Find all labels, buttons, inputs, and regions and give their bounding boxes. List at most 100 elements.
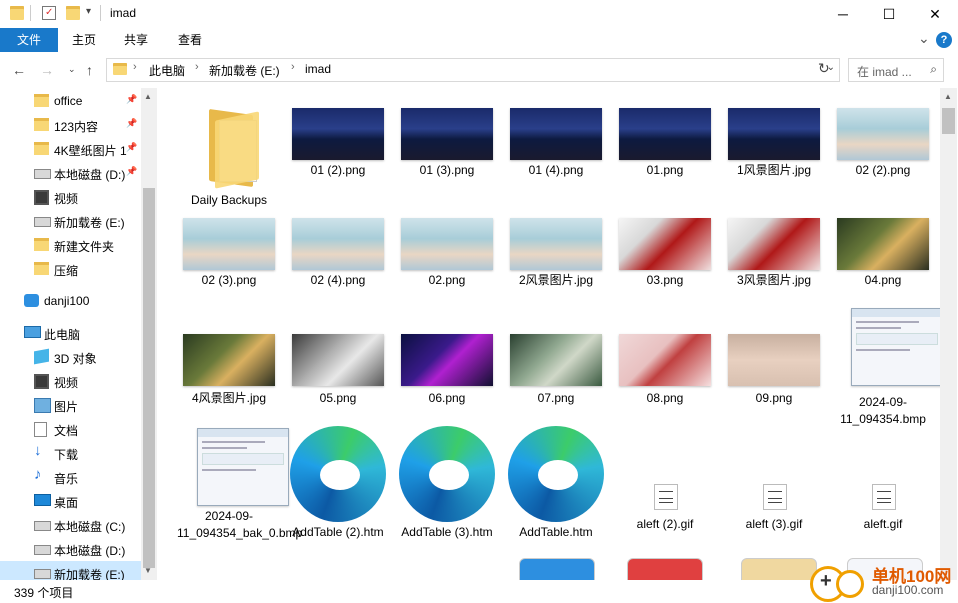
sidebar-item-pc[interactable]: 文档	[0, 417, 141, 441]
sidebar-item-pc[interactable]: 图片	[0, 393, 141, 417]
sidebar-item-quick[interactable]: 新建文件夹	[0, 233, 141, 257]
help-icon[interactable]: ?	[936, 32, 952, 48]
file-item[interactable]: 2024-09-11_094354_bak_0.bmp	[177, 428, 302, 540]
file-item[interactable]: 04.png	[831, 216, 935, 316]
edge-browser-icon	[290, 426, 386, 522]
file-item[interactable]: 06.png	[395, 318, 499, 418]
sidebar-scrollbar[interactable]: ▲ ▼	[141, 88, 157, 580]
file-item[interactable]: 4风景图片.jpg	[177, 318, 281, 418]
quick-access-dropdown-icon[interactable]: ▾	[86, 6, 91, 17]
content-scrollbar[interactable]: ▲	[940, 88, 957, 580]
sidebar-item-quick[interactable]: 4K壁纸图片 1 📌	[0, 137, 141, 161]
scroll-down-icon[interactable]: ▼	[144, 566, 152, 575]
file-item[interactable]: 09.png	[722, 318, 826, 418]
sidebar-item-quick[interactable]: 新加载卷 (E:)	[0, 209, 141, 233]
back-arrow-icon[interactable]: ←	[12, 62, 26, 78]
file-icon-doc[interactable]	[741, 558, 817, 580]
search-icon[interactable]: ⌕	[930, 62, 937, 77]
properties-icon[interactable]: ✓	[42, 6, 56, 20]
sidebar-item-pc[interactable]: 视频	[0, 369, 141, 393]
file-name: 08.png	[646, 391, 684, 405]
sidebar-item-quick[interactable]: 压缩	[0, 257, 141, 281]
file-item[interactable]: 02 (4).png	[286, 216, 390, 316]
chevron-right-icon[interactable]: ›	[133, 61, 137, 73]
sidebar-item-pc[interactable]: 本地磁盘 (C:)	[0, 513, 141, 537]
file-item[interactable]: 02 (2).png	[831, 106, 935, 206]
image-thumbnail	[728, 108, 820, 160]
close-button[interactable]: ✕	[912, 0, 958, 28]
file-icon-blue[interactable]	[519, 558, 595, 580]
file-item[interactable]: 02 (3).png	[177, 216, 281, 316]
onedrive-icon	[24, 294, 39, 307]
sidebar-item-pc[interactable]: ♪ 音乐	[0, 465, 141, 489]
tab-home[interactable]: 主页	[60, 28, 108, 52]
maximize-button[interactable]: ☐	[866, 0, 912, 28]
image-thumbnail	[619, 218, 711, 270]
file-item[interactable]: 02.png	[395, 216, 499, 316]
image-thumbnail	[837, 108, 929, 160]
file-item[interactable]: AddTable.htm	[504, 426, 608, 539]
sidebar-item-pc[interactable]: ↓ 下载	[0, 441, 141, 465]
folder-icon	[10, 6, 24, 20]
address-bar[interactable]: › 此电脑 › 新加载卷 (E:) › imad ⌄	[106, 58, 840, 82]
breadcrumb-imad[interactable]: imad	[305, 62, 331, 76]
scroll-up-icon[interactable]: ▲	[144, 92, 152, 101]
forward-arrow-icon[interactable]: →	[40, 62, 54, 78]
ribbon-expand-icon[interactable]: ⌄	[918, 30, 930, 47]
file-name: 02 (2).png	[855, 163, 911, 177]
file-name: 2风景图片.jpg	[518, 273, 594, 287]
file-item[interactable]: 01 (2).png	[286, 106, 390, 206]
sidebar-item-quick[interactable]: 本地磁盘 (D:) 📌	[0, 161, 141, 185]
file-item[interactable]: aleft (2).gif	[613, 428, 717, 531]
file-item[interactable]: 3风景图片.jpg	[722, 216, 826, 316]
new-folder-icon[interactable]	[66, 6, 80, 20]
pin-icon: 📌	[126, 166, 138, 176]
tab-view[interactable]: 查看	[166, 28, 214, 52]
file-icon-red[interactable]	[627, 558, 703, 580]
file-item[interactable]: 05.png	[286, 318, 390, 418]
file-item[interactable]: aleft.gif	[831, 428, 935, 531]
file-item[interactable]: 03.png	[613, 216, 717, 316]
sidebar-scroll-thumb[interactable]	[143, 188, 155, 568]
sidebar-item-pc[interactable]: 新加载卷 (E:)	[0, 561, 141, 580]
sidebar-item-pc[interactable]: 桌面	[0, 489, 141, 513]
image-thumbnail	[292, 334, 384, 386]
chevron-right-icon[interactable]: ›	[291, 61, 295, 73]
breadcrumb-this-pc[interactable]: 此电脑	[149, 62, 185, 79]
minimize-button[interactable]: ─	[820, 0, 866, 28]
file-item[interactable]: 01 (3).png	[395, 106, 499, 206]
music-icon: ♪	[34, 466, 42, 483]
pictures-icon	[34, 398, 51, 413]
sidebar-item-quick[interactable]: office 📌	[0, 89, 141, 113]
file-item[interactable]: 08.png	[613, 318, 717, 418]
refresh-icon[interactable]: ↻	[818, 60, 830, 77]
tab-share[interactable]: 共享	[112, 28, 160, 52]
breadcrumb-drive-e[interactable]: 新加载卷 (E:)	[209, 62, 280, 79]
file-item[interactable]: 01.png	[613, 106, 717, 206]
file-item[interactable]: 2024-09-11_094354.bmp	[831, 308, 940, 426]
up-arrow-icon[interactable]: ↑	[86, 62, 93, 78]
file-item[interactable]: 07.png	[504, 318, 608, 418]
screenshot-thumbnail	[197, 428, 289, 506]
sidebar-item-this-pc[interactable]: 此电脑	[0, 321, 141, 345]
sidebar-item-onedrive[interactable]: danji100	[0, 289, 141, 313]
file-name: 01.png	[646, 163, 684, 177]
content-scroll-thumb[interactable]	[942, 108, 955, 134]
file-item[interactable]: 1风景图片.jpg	[722, 106, 826, 206]
sidebar-item-quick[interactable]: 123内容 📌	[0, 113, 141, 137]
chevron-right-icon[interactable]: ›	[195, 61, 199, 73]
tab-file[interactable]: 文件	[0, 28, 58, 52]
sidebar-item-quick[interactable]: 视频	[0, 185, 141, 209]
watermark-logo: + 单机100网 danji100.com	[810, 562, 956, 602]
file-item[interactable]: 01 (4).png	[504, 106, 608, 206]
file-item[interactable]: 2风景图片.jpg	[504, 216, 608, 316]
folder-item[interactable]: Daily Backups	[177, 106, 281, 207]
file-item[interactable]: AddTable (3).htm	[395, 426, 499, 539]
sidebar-item-pc[interactable]: 3D 对象	[0, 345, 141, 369]
file-item[interactable]: aleft (3).gif	[722, 428, 826, 531]
scroll-up-icon[interactable]: ▲	[944, 92, 952, 101]
file-item[interactable]: AddTable (2).htm	[286, 426, 390, 539]
search-input[interactable]: 在 imad ... ⌕	[848, 58, 944, 82]
recent-locations-icon[interactable]: ⌄	[68, 64, 76, 75]
sidebar-item-pc[interactable]: 本地磁盘 (D:)	[0, 537, 141, 561]
